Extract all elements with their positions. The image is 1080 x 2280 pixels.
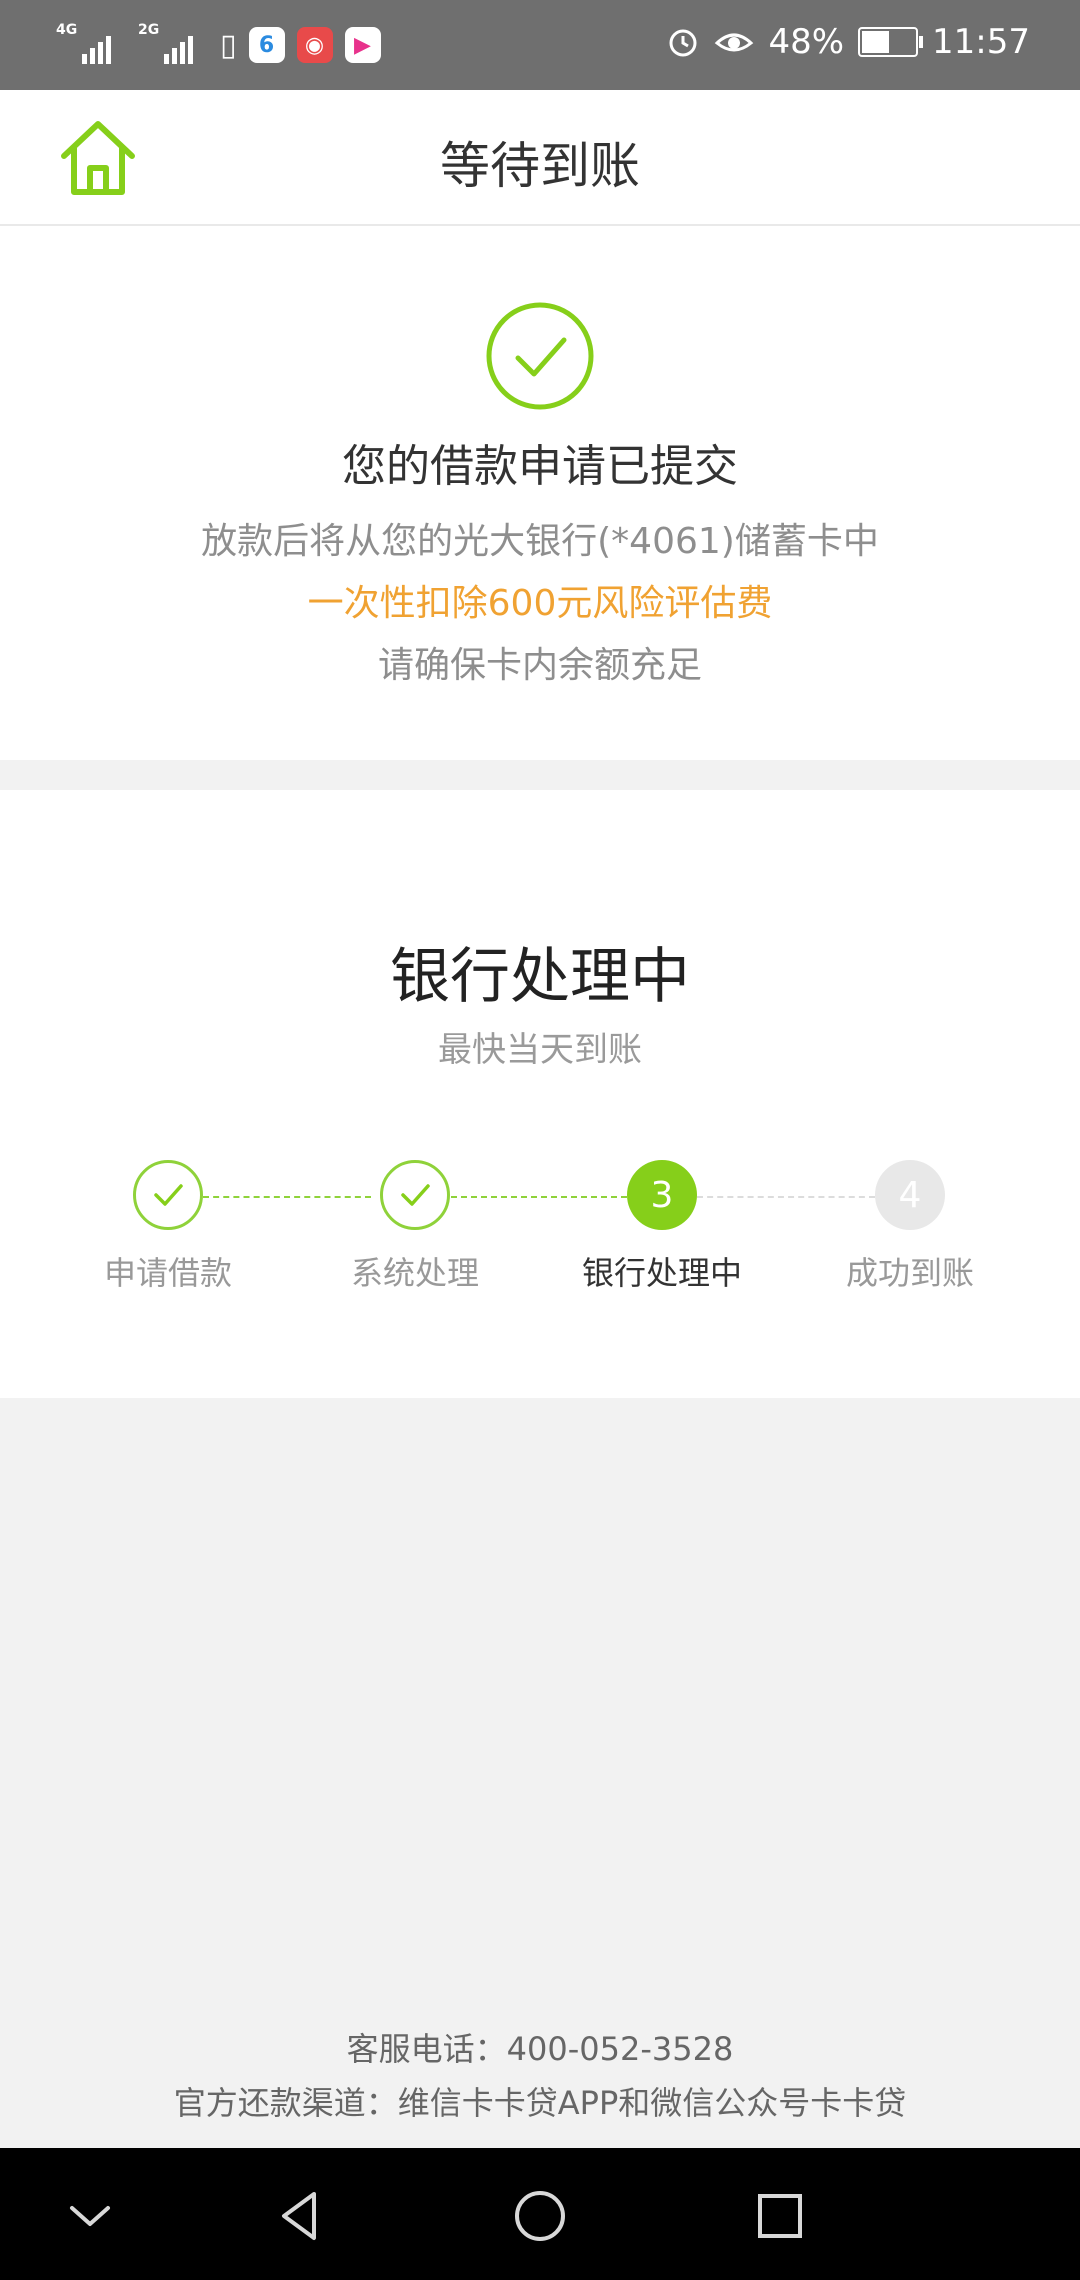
step-label: 成功到账 [845, 1254, 974, 1292]
app-notification-icon: ◉ [296, 27, 333, 63]
vibrate-icon: ▯ [220, 27, 237, 63]
step-done-marker [380, 1160, 450, 1230]
step-success: 4 成功到账 [810, 1160, 1010, 1294]
battery-icon [858, 27, 924, 57]
signal-2g-icon: 2G [138, 18, 208, 72]
repayment-channel: 官方还款渠道：维信卡卡贷APP和微信公众号卡卡贷 [173, 2084, 907, 2122]
header-bar: 等待到账 [0, 90, 1080, 226]
step-label: 系统处理 [350, 1254, 479, 1292]
triangle-back-icon[interactable] [270, 2186, 330, 2246]
check-icon [401, 1184, 430, 1206]
status-right: 48% 11:57 [666, 22, 1030, 62]
battery-percent: 48% [768, 22, 845, 62]
step-system: 系统处理 [315, 1160, 515, 1294]
alarm-icon [669, 29, 697, 57]
check-circle-icon [486, 302, 594, 410]
balance-reminder: 请确保卡内余额充足 [377, 645, 702, 686]
clock: 11:57 [932, 22, 1030, 62]
submitted-title: 您的借款申请已提交 [342, 441, 738, 492]
eye-comfort-icon [715, 33, 754, 52]
progress-card: 银行处理中 最快当天到账 申请借款 系统处理 3 银行处理中 4 成功到账 [0, 790, 1080, 1398]
progress-title: 银行处理中 [390, 942, 690, 1012]
deduction-note: 放款后将从您的光大银行(*4061)储蓄卡中 [201, 521, 879, 562]
circle-home-icon[interactable] [510, 2186, 570, 2246]
step-label: 银行处理中 [581, 1254, 742, 1292]
step-apply: 申请借款 [68, 1160, 268, 1294]
fee-warning: 一次性扣除600元风险评估费 [307, 583, 773, 624]
service-phone[interactable]: 客服电话：400-052-3528 [0, 2024, 1080, 2070]
signal-4g-icon: 4G [56, 18, 126, 72]
step-number: 3 [627, 1160, 697, 1230]
step-done-marker [133, 1160, 203, 1230]
step-label: 申请借款 [103, 1254, 232, 1292]
step-number: 4 [875, 1160, 945, 1230]
status-bar: 4G 2G ▯ 6 ◉ ▶ 48% 11:57 [0, 0, 1080, 90]
status-left: 4G 2G ▯ 6 ◉ ▶ [56, 18, 381, 72]
system-nav-bar [0, 2148, 1080, 2280]
page-title: 等待到账 [440, 137, 640, 195]
app-notification-icon: 6 [248, 27, 285, 63]
submitted-card: 您的借款申请已提交 放款后将从您的光大银行(*4061)储蓄卡中 一次性扣除60… [0, 226, 1080, 760]
app-notification-icon: ▶ [344, 27, 381, 63]
chevron-down-icon[interactable] [60, 2186, 120, 2246]
step-bank: 3 银行处理中 [562, 1160, 762, 1294]
progress-subtitle: 最快当天到账 [438, 1030, 642, 1070]
square-recent-icon[interactable] [750, 2186, 810, 2246]
check-icon [154, 1184, 183, 1206]
